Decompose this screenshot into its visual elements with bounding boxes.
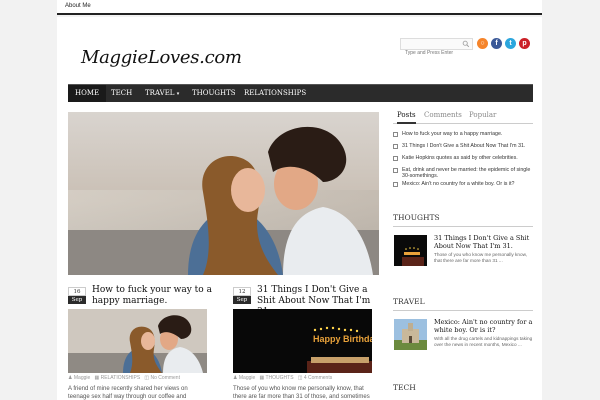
tab-popular[interactable]: Popular [469,111,496,119]
post-category[interactable]: RELATIONSHIPS [101,375,141,381]
birthday-cake-thumbnail: Happy Birthday [233,309,372,373]
search-icon[interactable] [462,40,470,48]
tab-comments[interactable]: Comments [424,111,462,119]
post-category[interactable]: THOUGHTS [266,375,294,381]
list-item-label: Katie Hopkins quotes as said by other ce… [402,155,518,161]
list-item[interactable]: Mexico: Ain't no country for a white boy… [393,181,533,193]
chevron-down-icon: ▾ [176,91,180,97]
list-item-label: Eat, drink and never be married: the epi… [402,167,531,179]
mexico-church-thumbnail [394,319,427,350]
post-author[interactable]: Maggie [74,375,90,381]
kissing-couple-thumbnail [68,309,207,373]
list-item-label: Mexico: Ain't no country for a white boy… [402,181,515,187]
post-thumbnail[interactable] [68,309,207,373]
post-meta: ♟ Maggie ▦ RELATIONSHIPS ◫ No Comment [68,375,213,381]
list-item-label: 31 Things I Don't Give a Shit About Now … [402,143,526,149]
list-item[interactable]: Katie Hopkins quotes as said by other ce… [393,155,533,167]
nav-tech[interactable]: TECH [104,85,139,102]
post-month: Sep [233,296,251,304]
post-comments[interactable]: No Comment [151,375,180,381]
about-me-link[interactable]: About Me [65,3,91,9]
widget-excerpt: Those of you who know me personally know… [434,252,528,263]
post-excerpt: A friend of mine recently shared her vie… [68,386,188,400]
comment-icon: ◫ [297,375,303,381]
user-icon: ♟ [68,375,73,381]
post-title[interactable]: How to fuck your way to a happy marriage… [92,285,216,307]
post-icon [393,168,398,173]
facebook-icon[interactable]: f [491,38,502,49]
folder-icon: ▦ [94,375,100,381]
recent-posts-list: How to fuck your way to a happy marriage… [393,131,533,193]
post-excerpt: Those of you who know me personally know… [233,386,370,400]
nav-relationships[interactable]: RELATIONSHIPS [237,85,313,102]
post-thumbnail[interactable]: Happy Birthday [233,309,372,373]
post-date: 16 Sep [68,287,86,304]
thoughts-heading[interactable]: THOUGHTS [393,213,533,227]
post-day: 16 [68,287,86,296]
post-date: 12 Sep [233,287,251,304]
sidebar-tabs: Posts Comments Popular [393,109,533,124]
list-item[interactable]: 31 Things I Don't Give a Shit About Now … [393,143,533,155]
widget-thumbnail[interactable] [394,235,427,266]
post-month: Sep [68,296,86,304]
widget-title[interactable]: 31 Things I Don't Give a Shit About Now … [434,234,534,250]
hero-image[interactable] [68,112,379,275]
list-item[interactable]: How to fuck your way to a happy marriage… [393,131,533,143]
post-meta: ♟ Maggie ▦ THOUGHTS ◫ 4 Comments [233,375,378,381]
kissing-couple-photo [68,112,379,275]
list-item-label: How to fuck your way to a happy marriage… [402,131,503,137]
tech-heading[interactable]: TECH [393,383,533,396]
comment-icon: ◫ [144,375,150,381]
widget-excerpt: With all the drug cartels and kidnapping… [434,336,533,347]
search-input[interactable] [401,48,459,58]
cake-text: Happy Birthday [313,334,372,344]
nav-travel-label: TRAVEL [145,89,175,97]
search-box[interactable] [400,38,473,58]
pinterest-icon[interactable]: p [519,38,530,49]
post-author[interactable]: Maggie [239,375,255,381]
nav-home[interactable]: HOME [68,85,107,102]
nav-thoughts[interactable]: THOUGHTS [185,85,243,102]
tab-posts[interactable]: Posts [397,111,416,124]
user-icon: ♟ [233,375,238,381]
post-icon [393,132,398,137]
page-container: MaggieLoves.com ○ f t p HOME TECH TRAVEL… [57,17,542,400]
main-nav: HOME TECH TRAVEL ▾ THOUGHTS RELATIONSHIP… [68,84,533,102]
widget-thumbnail[interactable] [394,319,427,350]
post-icon [393,156,398,161]
post-comments[interactable]: 4 Comments [304,375,332,381]
twitter-icon[interactable]: t [505,38,516,49]
site-logo[interactable]: MaggieLoves.com [81,47,242,68]
list-item[interactable]: Eat, drink and never be married: the epi… [393,167,533,181]
folder-icon: ▦ [259,375,265,381]
post-day: 12 [233,287,251,296]
widget-title[interactable]: Mexico: Ain't no country for a white boy… [434,318,534,334]
nav-travel[interactable]: TRAVEL ▾ [138,85,186,102]
post-icon [393,182,398,187]
birthday-cake-thumbnail [394,235,427,266]
top-bar: About Me [57,0,542,15]
post-icon [393,144,398,149]
travel-heading[interactable]: TRAVEL [393,297,533,311]
rss-icon[interactable]: ○ [477,38,488,49]
